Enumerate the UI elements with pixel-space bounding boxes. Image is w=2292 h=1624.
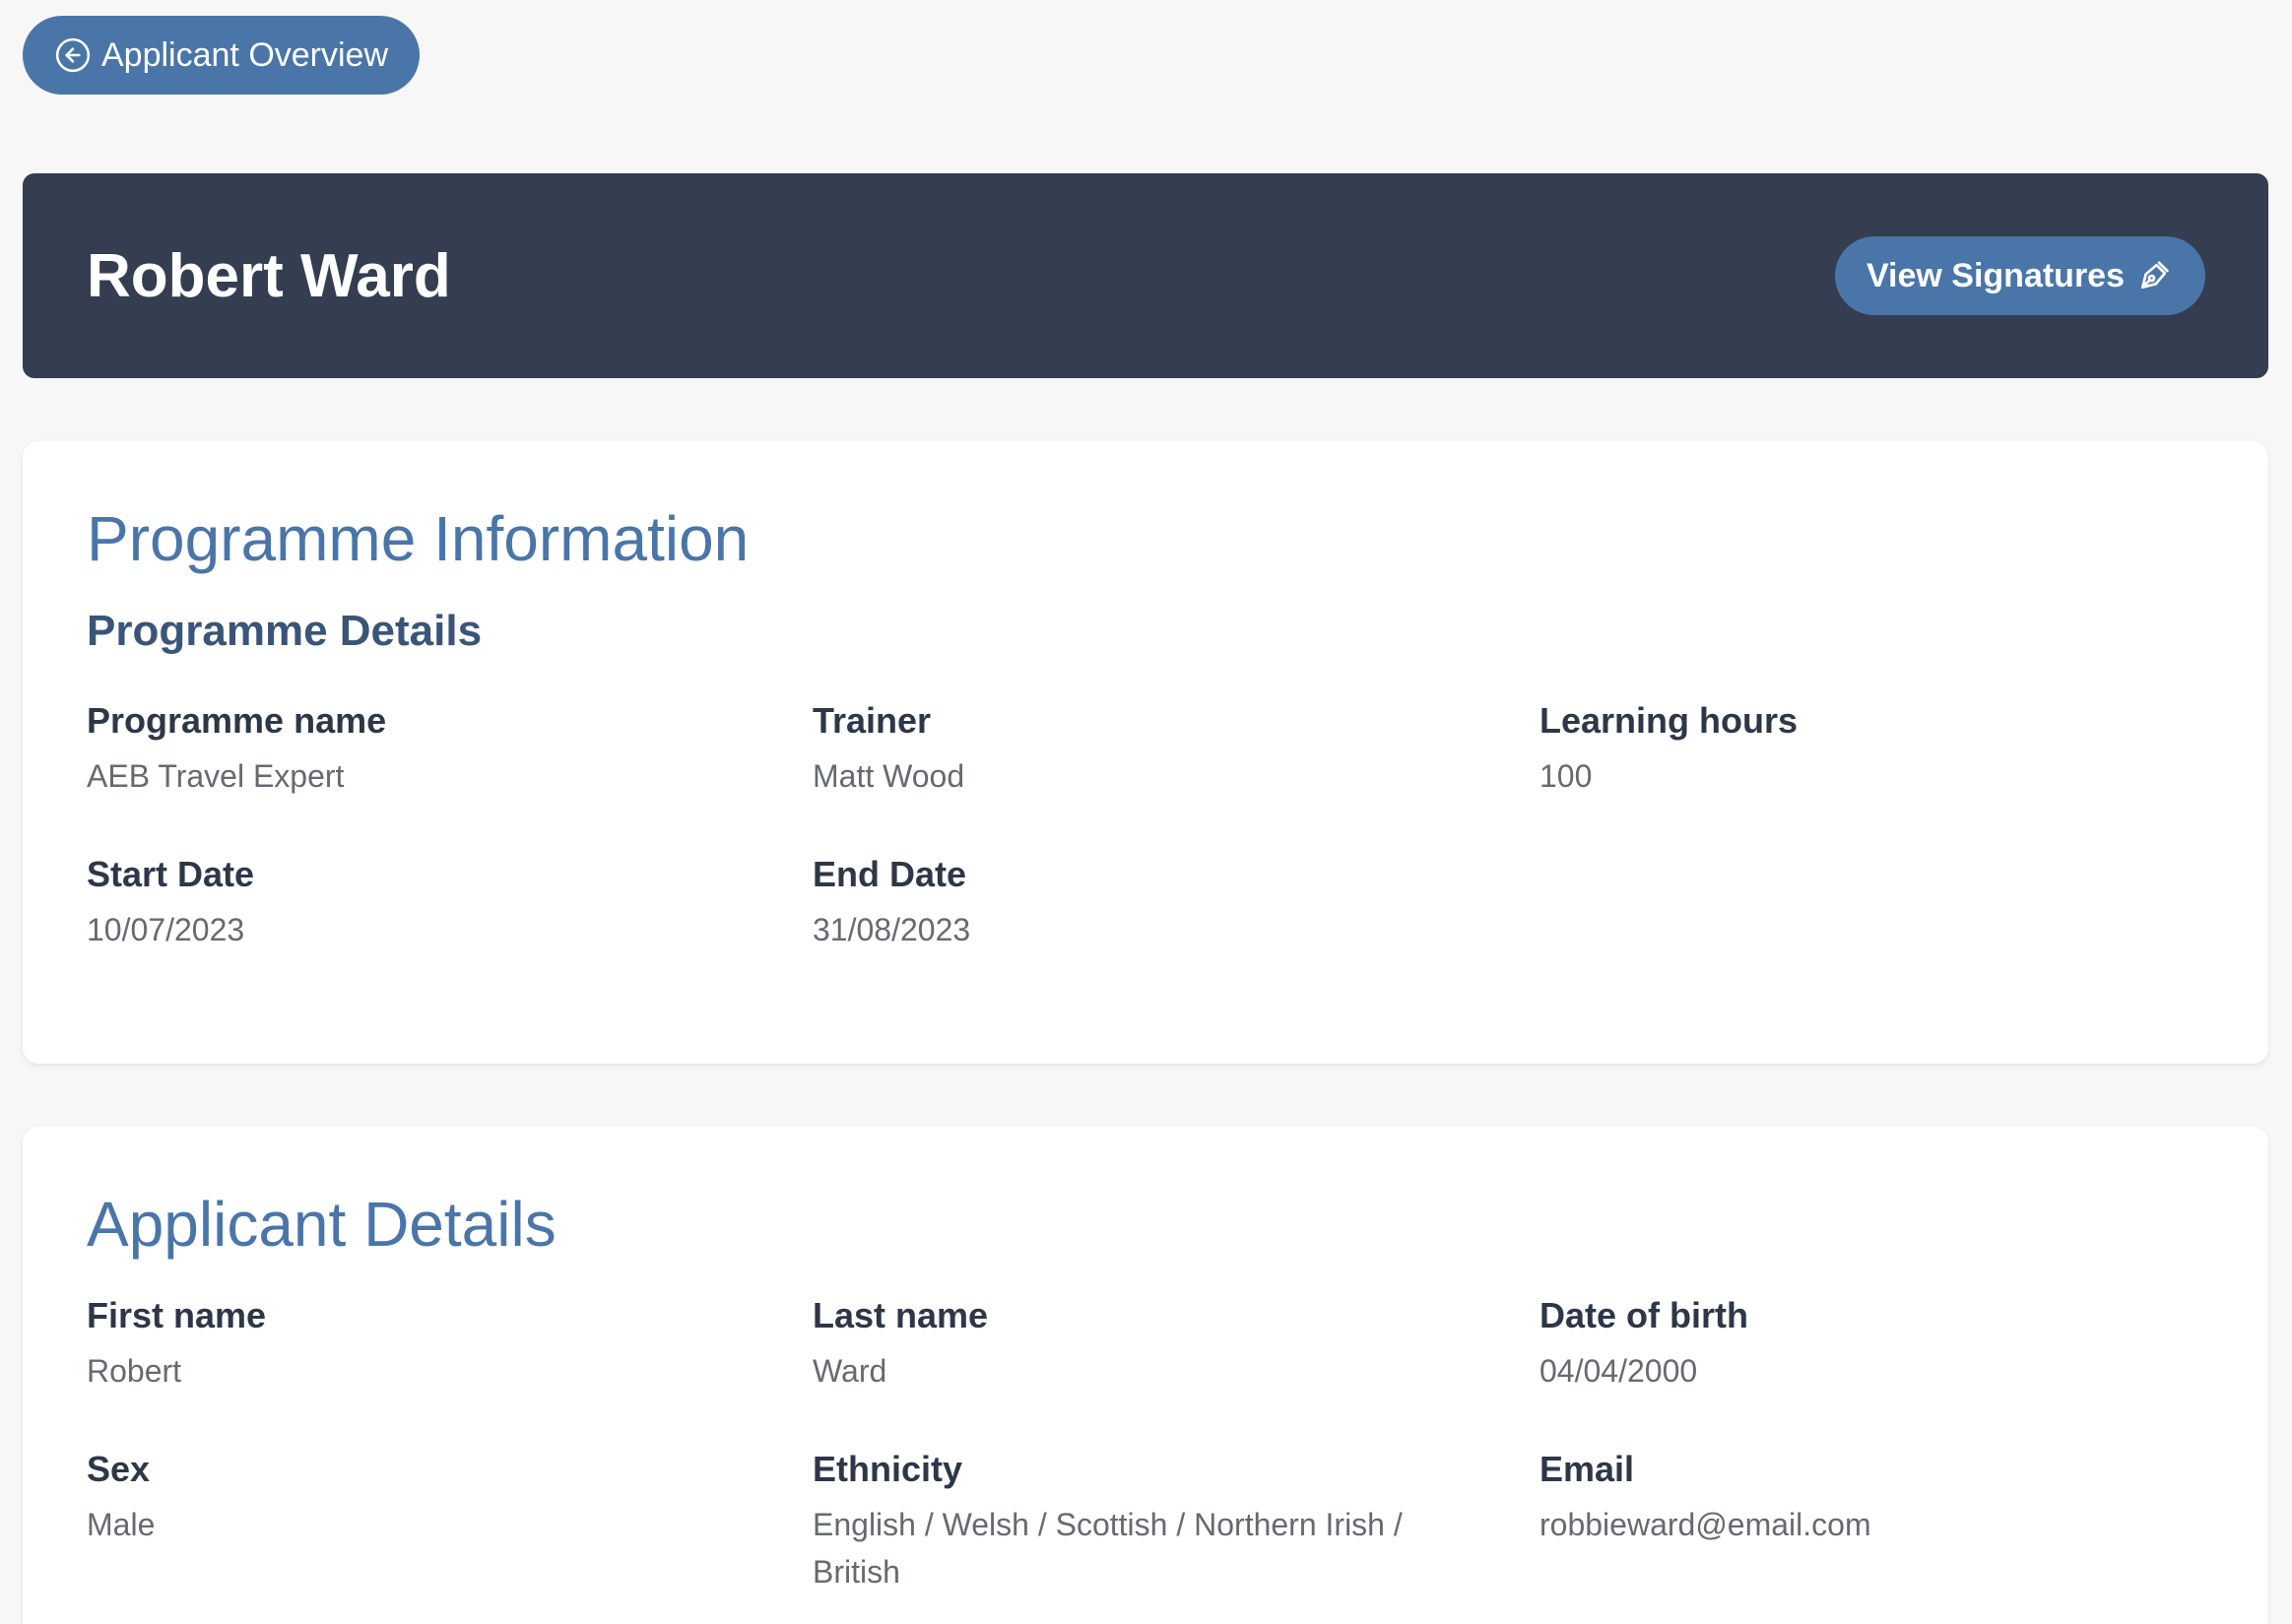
applicant-header: Robert Ward View Signatures [23, 173, 2268, 378]
field-email: Email robbieward@email.com [1539, 1448, 2190, 1548]
field-learning-hours: Learning hours 100 [1539, 699, 2190, 800]
field-value: 31/08/2023 [813, 912, 971, 947]
field-first-name: First name Robert [87, 1294, 737, 1395]
view-signatures-label: View Signatures [1866, 256, 2125, 294]
field-date-of-birth: Date of birth 04/04/2000 [1539, 1294, 2190, 1395]
field-label: First name [87, 1295, 267, 1335]
view-signatures-button[interactable]: View Signatures [1834, 236, 2205, 315]
field-ethnicity: Ethnicity English / Welsh / Scottish / N… [813, 1448, 1463, 1595]
field-label: Learning hours [1539, 700, 1799, 741]
pen-nib-icon [2134, 256, 2174, 295]
field-value: Robert [87, 1353, 182, 1389]
field-trainer: Trainer Matt Wood [813, 699, 1463, 800]
field-label: Date of birth [1539, 1295, 1748, 1335]
field-label: Trainer [813, 700, 932, 741]
field-label: Programme name [87, 700, 387, 741]
applicant-details-card: Applicant Details First name Robert Last… [23, 1127, 2268, 1624]
field-value: Ward [813, 1353, 887, 1389]
page: Applicant Overview Robert Ward View Sign… [0, 0, 2292, 1624]
field-label: Sex [87, 1449, 151, 1489]
circle-arrow-left-icon [54, 36, 92, 74]
field-programme-name: Programme name AEB Travel Expert [87, 699, 737, 800]
field-label: End Date [813, 854, 967, 894]
field-sex: Sex Male [87, 1448, 737, 1548]
applicant-overview-button[interactable]: Applicant Overview [23, 16, 421, 95]
programme-details-subtitle: Programme Details [87, 607, 483, 655]
field-start-date: Start Date 10/07/2023 [87, 853, 737, 953]
applicant-overview-label: Applicant Overview [101, 35, 389, 74]
applicant-details-title: Applicant Details [87, 1189, 557, 1260]
field-last-name: Last name Ward [813, 1294, 1463, 1395]
programme-information-card: Programme Information Programme Details … [23, 441, 2268, 1064]
field-value: Male [87, 1507, 156, 1542]
field-label: Start Date [87, 854, 255, 894]
field-value: robbieward@email.com [1539, 1507, 1871, 1542]
programme-information-title: Programme Information [87, 503, 750, 574]
applicant-name: Robert Ward [87, 241, 451, 310]
field-label: Ethnicity [813, 1449, 963, 1489]
field-value: AEB Travel Expert [87, 758, 345, 794]
field-end-date: End Date 31/08/2023 [813, 853, 1463, 953]
field-value: 100 [1539, 758, 1593, 794]
field-label: Email [1539, 1449, 1635, 1489]
field-value: Matt Wood [813, 758, 965, 794]
field-value: 04/04/2000 [1539, 1353, 1698, 1389]
field-label: Last name [813, 1295, 989, 1335]
field-value: 10/07/2023 [87, 912, 245, 947]
field-value: English / Welsh / Scottish / Northern Ir… [813, 1507, 1403, 1590]
